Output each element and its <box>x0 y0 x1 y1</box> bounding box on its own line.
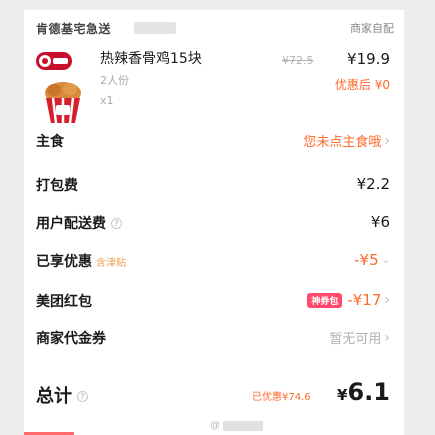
delivery-fee-label: 用户配送费 <box>36 216 106 232</box>
original-price: ¥72.5 <box>282 54 314 67</box>
redacted-text <box>223 420 263 431</box>
merchant-coupon-value: 暂无可用 <box>329 332 382 347</box>
chevron-down-icon[interactable]: ⌄ <box>382 255 390 266</box>
kfc-logo-icon <box>36 52 72 70</box>
total-discount: 已优惠¥74.6 <box>252 392 311 403</box>
fried-chicken-bucket-icon <box>45 82 81 124</box>
total-label-group: 总计? <box>36 382 88 408</box>
chevron-right-icon: › <box>384 329 390 346</box>
order-card: 肯德基宅急送 商家自配 热辣香骨鸡15块 2人份 x1 ¥72.5 ¥19.9 … <box>24 10 404 435</box>
chevron-right-icon: › <box>384 132 390 149</box>
watermark: @ <box>210 420 263 431</box>
delivery-fee-row: 用户配送费? ¥6 <box>36 213 390 235</box>
chevron-right-icon: › <box>384 292 390 308</box>
redacted-text <box>134 22 176 34</box>
merchant-coupon-row[interactable]: 商家代金券 暂无可用 › <box>36 328 390 350</box>
red-packet-value: -¥17 <box>347 291 382 309</box>
discount-row[interactable]: 已享优惠 含津贴 -¥5 ⌄ <box>36 251 390 273</box>
merchant-coupon-label: 商家代金券 <box>36 331 106 347</box>
price-after-discount: 优惠后 ¥0 <box>334 78 390 92</box>
store-name[interactable]: 肯德基宅急送 <box>36 20 111 37</box>
red-packet-row[interactable]: 美团红包 神券包 -¥17 › <box>36 291 390 313</box>
store-header: 肯德基宅急送 商家自配 <box>36 20 394 40</box>
discount-value: -¥5 <box>354 251 379 269</box>
total-label: 总计 <box>36 386 72 407</box>
delivery-fee-value: ¥6 <box>370 213 390 231</box>
info-icon[interactable]: ? <box>111 218 122 229</box>
delivery-badge: 商家自配 <box>350 22 394 35</box>
total-value: 6.1 <box>347 378 390 406</box>
red-packet-label: 美团红包 <box>36 294 92 310</box>
staple-action: 您未点主食哦 <box>303 135 382 150</box>
packing-fee-row: 打包费 ¥2.2 <box>36 175 390 197</box>
item-quantity: x1 <box>100 94 114 107</box>
total-amount: ¥6.1 <box>337 378 390 406</box>
staple-label: 主食 <box>36 134 64 150</box>
packing-fee-value: ¥2.2 <box>356 175 390 193</box>
info-icon[interactable]: ? <box>77 391 88 402</box>
item-name[interactable]: 热辣香骨鸡15块 <box>100 48 202 68</box>
coupon-pack-badge: 神券包 <box>307 292 343 308</box>
currency-symbol: ¥ <box>337 386 348 404</box>
packing-fee-label: 打包费 <box>36 178 78 194</box>
add-staple-link[interactable]: 您未点主食哦 › <box>303 131 390 151</box>
item-spec: 2人份 <box>100 74 129 87</box>
discount-label: 已享优惠 <box>36 254 92 270</box>
staple-row[interactable]: 主食 您未点主食哦 › <box>36 131 390 153</box>
current-price: ¥19.9 <box>347 50 390 68</box>
watermark-text: @ <box>210 420 220 431</box>
subsidy-tag: 含津贴 <box>96 258 126 269</box>
